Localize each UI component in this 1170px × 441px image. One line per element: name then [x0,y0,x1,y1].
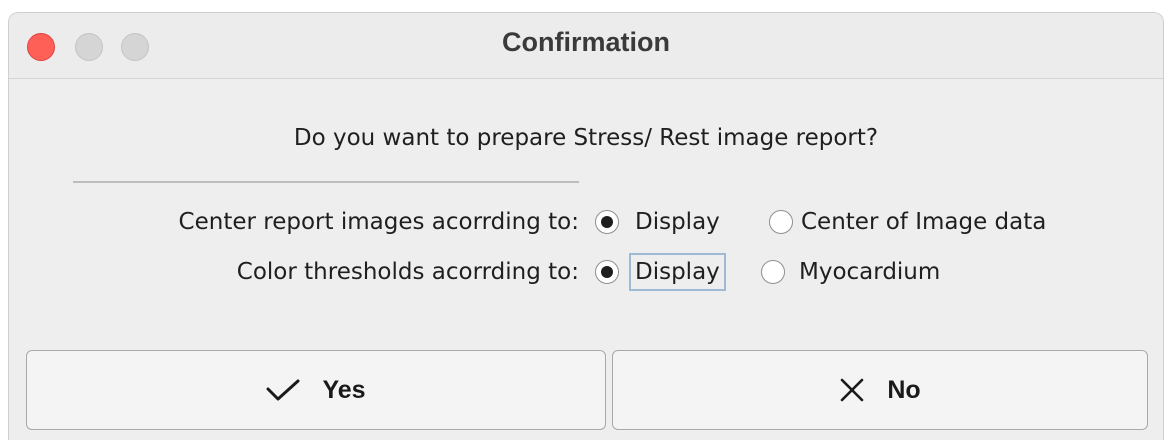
no-button[interactable]: No [612,350,1148,430]
color-thresholds-label: Color thresholds acorrding to: [236,259,579,285]
no-button-label: No [887,375,921,404]
center-display-label[interactable]: Display [635,209,720,235]
center-images-label: Center report images acorrding to: [178,209,579,235]
close-x-icon [839,377,865,403]
color-display-label[interactable]: Display [629,253,726,291]
center-images-row: Center report images acorrding to: Displ… [9,203,1163,243]
color-display-radio[interactable] [595,260,619,284]
yes-button-label: Yes [322,375,366,404]
title-bar: Confirmation [9,13,1163,79]
checkmark-icon [266,379,300,401]
separator [73,181,579,183]
center-display-radio[interactable] [595,210,619,234]
color-myocardium-radio[interactable] [761,260,785,284]
confirmation-dialog: Confirmation Do you want to prepare Stre… [8,12,1164,440]
center-image-data-label[interactable]: Center of Image data [801,209,1046,235]
window-title: Confirmation [502,27,670,57]
color-myocardium-label[interactable]: Myocardium [799,259,940,285]
yes-button[interactable]: Yes [26,350,606,430]
center-image-data-radio[interactable] [769,210,793,234]
color-thresholds-row: Color thresholds acorrding to: Display M… [9,253,1163,293]
question-text: Do you want to prepare Stress/ Rest imag… [293,125,879,151]
